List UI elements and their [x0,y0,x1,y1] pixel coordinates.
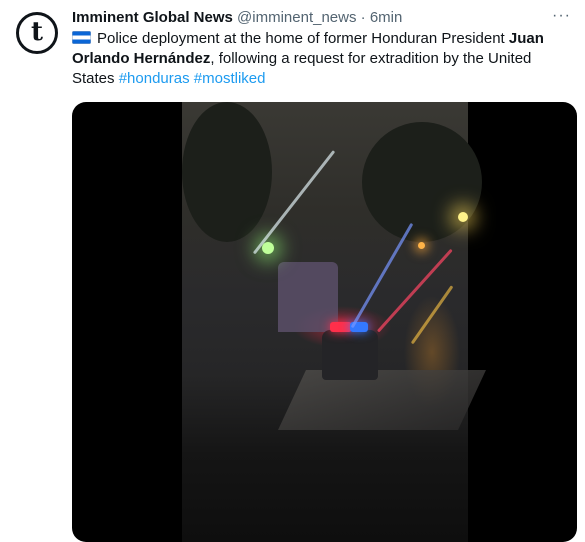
avatar[interactable]: t [16,12,58,54]
honduras-flag-icon [72,31,91,44]
tweet-time[interactable]: 6min [370,9,403,26]
tree-shape [182,102,272,242]
hashtag-honduras[interactable]: #honduras [119,70,190,87]
author-handle[interactable]: @imminent_news [237,9,356,26]
street-light-green [262,242,274,254]
road-shape [278,370,486,430]
video-frame [182,102,486,542]
tweet[interactable]: t Imminent Global News @imminent_news · … [0,0,585,542]
police-car-shape [322,330,378,380]
light-streak [410,285,454,345]
tweet-text: Police deployment at the home of former … [72,29,562,89]
police-light-red [330,322,352,332]
light-streak [350,222,414,329]
tweet-text-part1: Police deployment at the home of former … [97,30,509,47]
tree-shape [362,122,482,242]
more-options-icon[interactable]: ··· [552,6,571,26]
avatar-letter: t [30,16,43,47]
street-light-orange [418,242,425,249]
street-light-yellow [458,212,468,222]
tweet-header: Imminent Global News @imminent_news · 6m… [72,8,545,30]
author-name[interactable]: Imminent Global News [72,9,233,26]
video-player[interactable] [72,102,577,542]
separator-dot: · [360,9,366,26]
house-shape [278,262,338,332]
hashtag-mostliked[interactable]: #mostliked [194,70,266,87]
